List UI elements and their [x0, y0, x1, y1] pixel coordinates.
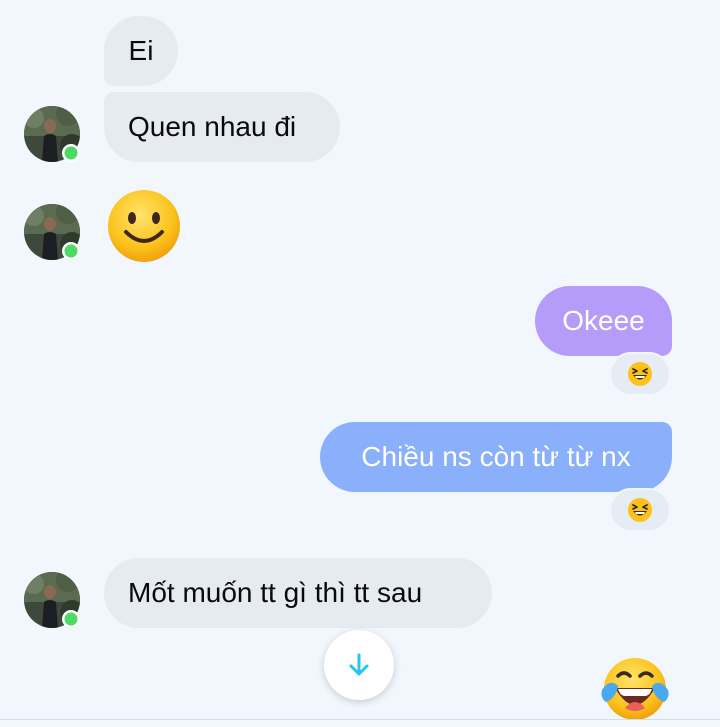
- message-bubble-outgoing[interactable]: Chiều ns còn từ từ nx: [320, 422, 672, 492]
- online-indicator: [64, 244, 78, 258]
- slightly-smiling-face-icon: [108, 190, 180, 262]
- contact-avatar[interactable]: [24, 106, 80, 162]
- grinning-squinting-face-icon: [628, 498, 652, 522]
- scroll-to-bottom-button[interactable]: [324, 630, 394, 700]
- message-reaction[interactable]: [609, 488, 671, 532]
- message-text: Okeee: [562, 305, 645, 336]
- message-text: Ei: [128, 35, 154, 66]
- message-text: Quen nhau đi: [128, 111, 297, 142]
- contact-avatar[interactable]: [24, 572, 80, 628]
- message-bubble-incoming[interactable]: Mốt muốn tt gì thì tt sau: [104, 558, 492, 628]
- face-with-tears-of-joy-icon: [601, 658, 669, 720]
- grinning-squinting-face-icon: [628, 362, 652, 386]
- message-bubble-outgoing[interactable]: Okeee: [535, 286, 672, 356]
- message-bubble-incoming[interactable]: Ei: [104, 16, 178, 86]
- message-bubble-incoming[interactable]: Quen nhau đi: [104, 92, 340, 162]
- online-indicator: [64, 146, 78, 160]
- message-reaction[interactable]: [609, 352, 671, 396]
- contact-avatar[interactable]: [24, 204, 80, 260]
- message-text: Chiều ns còn từ từ nx: [361, 441, 631, 472]
- arrow-down-icon: [349, 653, 369, 676]
- emoji-message[interactable]: [106, 188, 182, 264]
- message-text: Mốt muốn tt gì thì tt sau: [128, 577, 423, 608]
- quick-reaction-button[interactable]: [598, 652, 672, 722]
- composer-divider: [0, 719, 720, 720]
- online-indicator: [64, 612, 78, 626]
